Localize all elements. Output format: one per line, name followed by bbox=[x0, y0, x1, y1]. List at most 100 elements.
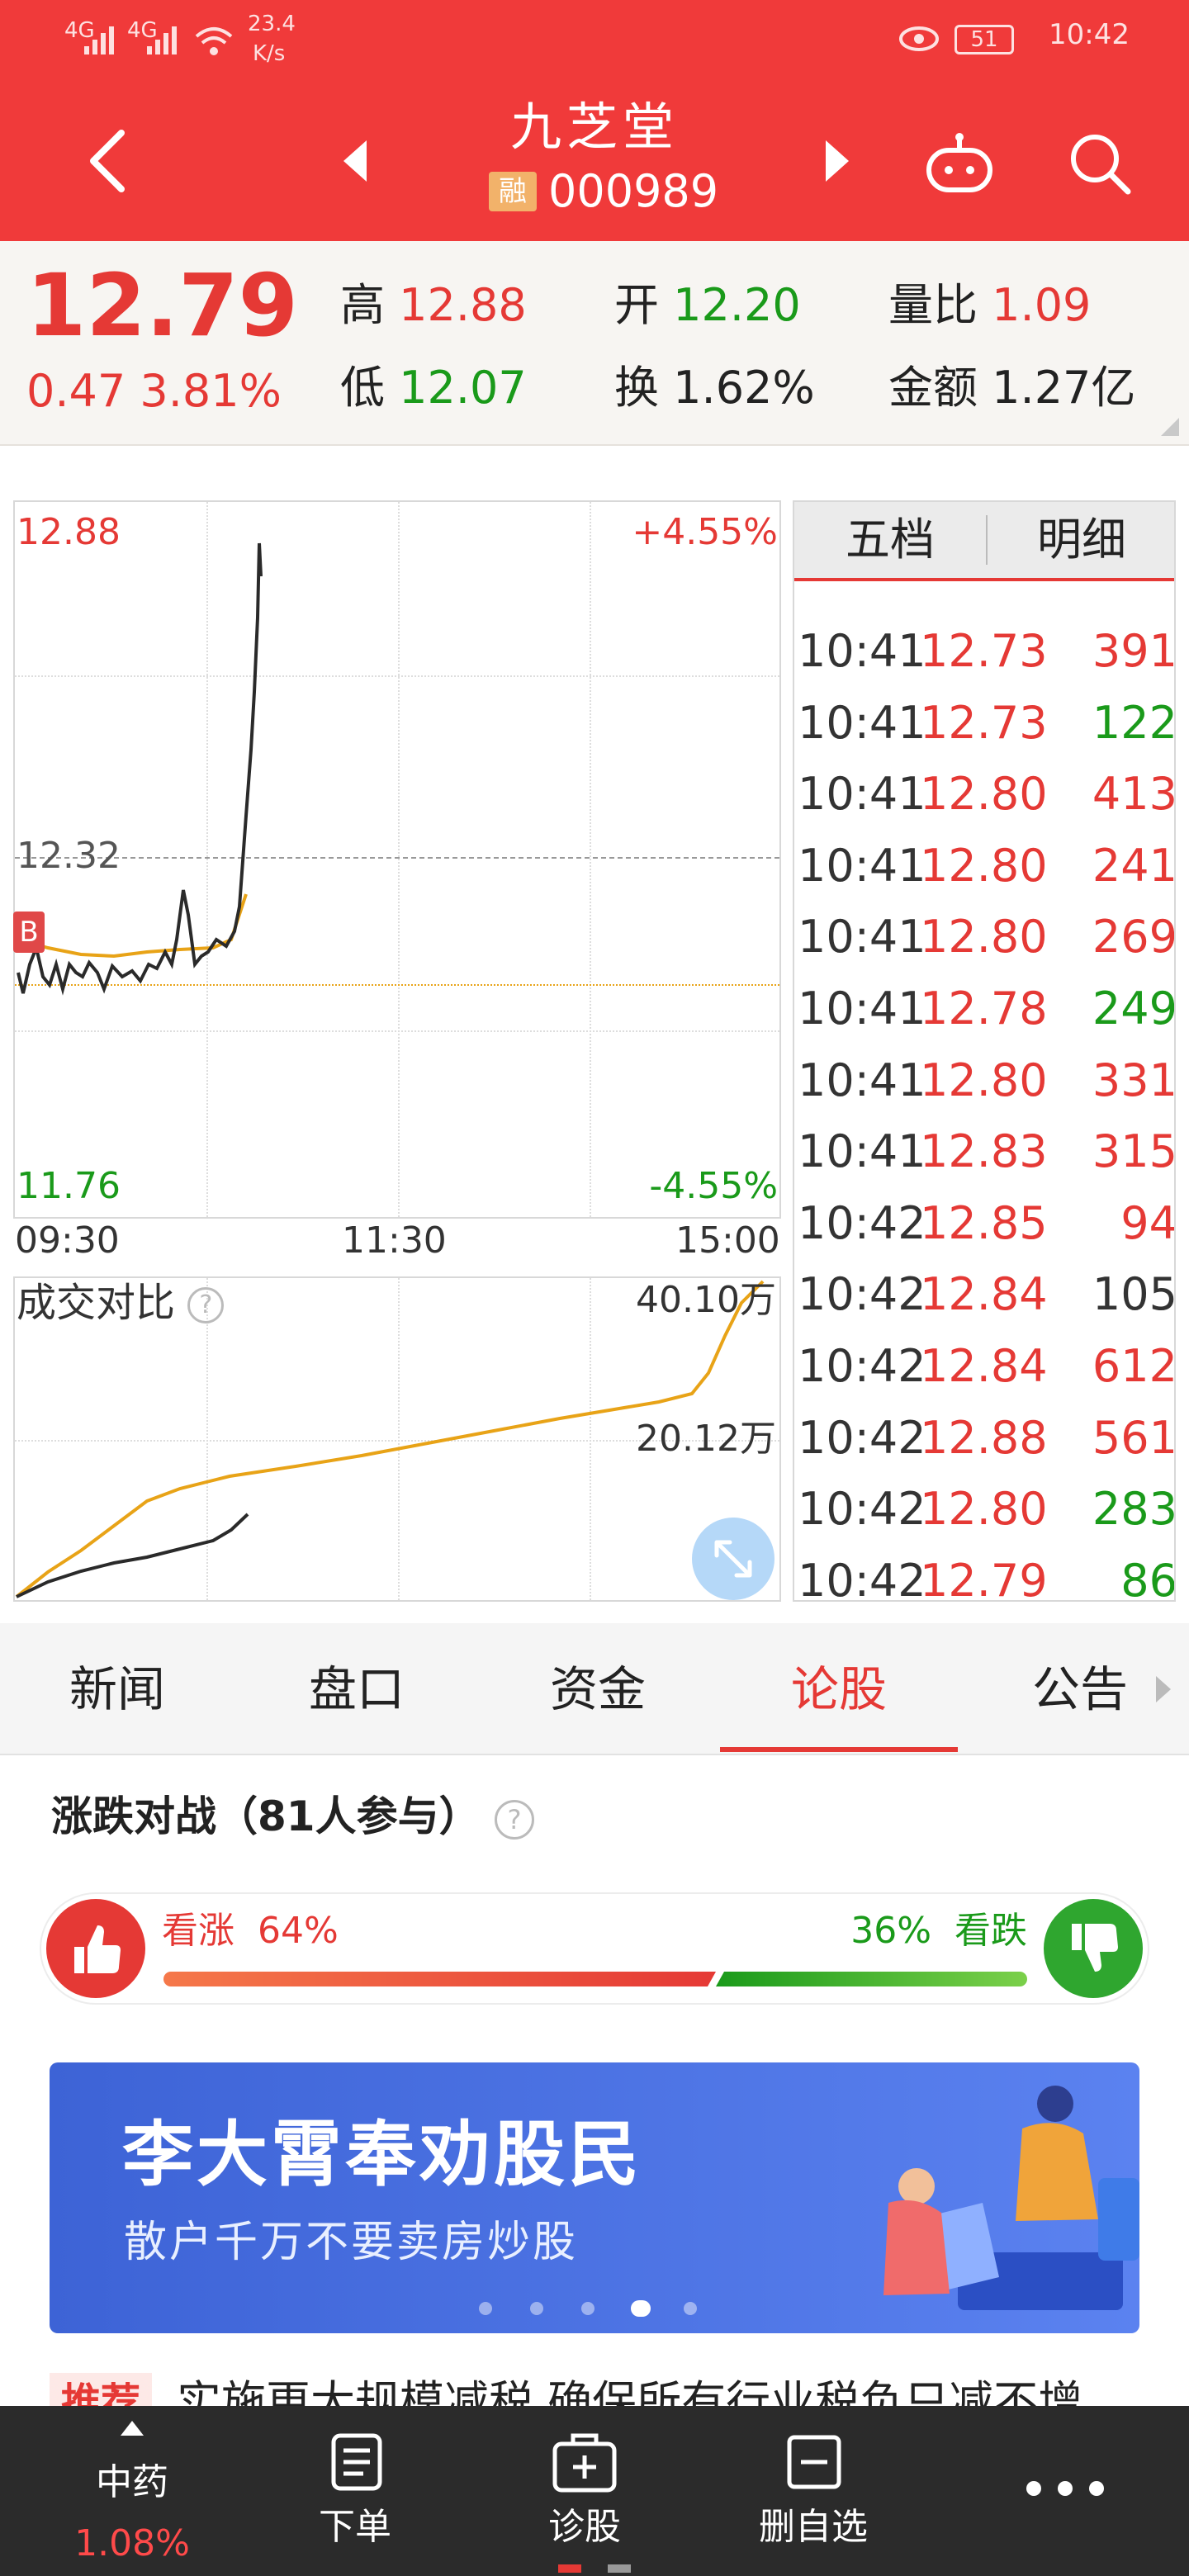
wifi-icon bbox=[195, 27, 233, 55]
bear-label: 看跌 bbox=[955, 1910, 1027, 1952]
news-item[interactable]: 推荐 实施更大规模减税 确保所有行业税负只减不增 bbox=[50, 2368, 1139, 2406]
prev-stock-button[interactable] bbox=[330, 132, 380, 190]
chevron-right-icon[interactable] bbox=[1154, 1674, 1172, 1704]
trade-time: 10:41 bbox=[798, 1054, 926, 1106]
volume-compare-chart[interactable]: 成交对比 ? 40.10万 20.12万 bbox=[13, 1276, 781, 1602]
prev-close-label: 12.32 bbox=[17, 835, 121, 877]
sector-name: 中药 bbox=[96, 2461, 168, 2503]
time-end-label: 15:00 bbox=[675, 1219, 780, 1262]
bottom-toolbar: 中药 1.08% 下单 诊股 删自选 bbox=[0, 2406, 1189, 2576]
order-doc-icon bbox=[331, 2433, 382, 2491]
tab-discussion[interactable]: 论股 bbox=[740, 1623, 938, 1755]
intraday-chart[interactable]: B 12.88 +4.55% 12.32 11.76 -4.55% bbox=[13, 500, 781, 1219]
open-stat: 开 12.20 bbox=[614, 281, 801, 330]
page-indicator-active bbox=[558, 2564, 581, 2573]
search-icon bbox=[1071, 135, 1131, 195]
corner-expand-icon bbox=[1161, 418, 1179, 436]
vote-help-icon[interactable]: ? bbox=[495, 1799, 535, 1840]
sector-button[interactable]: 中药 1.08% bbox=[58, 2406, 206, 2576]
thumbs-down-icon bbox=[1072, 1924, 1118, 1972]
trade-price: 12.84 bbox=[920, 1340, 1048, 1392]
trade-price: 12.88 bbox=[920, 1411, 1048, 1464]
bull-stat: 看涨 64% bbox=[162, 1909, 339, 1953]
robot-assistant-button[interactable] bbox=[920, 124, 999, 203]
bear-percent: 36% bbox=[850, 1910, 932, 1952]
trade-row: 10:41 12.78 249 bbox=[794, 973, 1176, 1044]
carousel-dot[interactable] bbox=[581, 2302, 594, 2315]
eye-icon bbox=[899, 26, 939, 51]
trade-price: 12.80 bbox=[920, 839, 1048, 892]
signal-bars-icon bbox=[147, 26, 177, 54]
trade-time: 10:41 bbox=[798, 696, 926, 749]
carousel-dot[interactable] bbox=[530, 2302, 543, 2315]
network-speed: 23.4 bbox=[248, 12, 296, 36]
sector-change: 1.08% bbox=[74, 2522, 190, 2564]
app-header: 4G 4G 23.4 K/s 51 10:42 九芝堂 融 000989 bbox=[0, 0, 1189, 241]
open-label: 开 bbox=[614, 279, 659, 331]
bear-button[interactable] bbox=[1044, 1899, 1143, 1998]
trade-row: 10:41 12.80 331 bbox=[794, 1045, 1174, 1116]
low-stat: 低 12.07 bbox=[340, 363, 527, 413]
time-mid-label: 11:30 bbox=[342, 1219, 447, 1262]
trade-detail-panel[interactable]: 五档 明细 10:41 12.73 391 10:41 12.73 122 10:41 12.… bbox=[793, 500, 1176, 1602]
trade-time: 10:41 bbox=[798, 1125, 926, 1178]
amount-label: 金额 bbox=[888, 362, 978, 414]
carousel-dot[interactable] bbox=[684, 2302, 697, 2315]
tab-capital[interactable]: 资金 bbox=[499, 1623, 697, 1755]
change-percent: 3.81% bbox=[140, 365, 282, 417]
volume-mid-label: 20.12万 bbox=[636, 1418, 776, 1460]
carousel-dot[interactable] bbox=[479, 2302, 492, 2315]
help-icon[interactable]: ? bbox=[187, 1287, 225, 1324]
trade-price: 12.85 bbox=[920, 1196, 1048, 1249]
more-dots-icon bbox=[1026, 2481, 1104, 2496]
bottom-pct-label: -4.55% bbox=[649, 1165, 778, 1207]
remove-watchlist-button[interactable]: 删自选 bbox=[735, 2406, 892, 2576]
trade-price: 12.73 bbox=[920, 625, 1048, 677]
trade-price: 12.84 bbox=[920, 1268, 1048, 1321]
tab-announcements[interactable]: 公告 bbox=[981, 1623, 1179, 1755]
trade-row: 10:42 12.84 612 bbox=[794, 1331, 1176, 1402]
tab-orderbook[interactable]: 盘口 bbox=[258, 1623, 456, 1755]
trade-volume: 612 bbox=[1092, 1340, 1176, 1392]
order-button[interactable]: 下单 bbox=[281, 2406, 429, 2576]
chevron-left-icon bbox=[90, 130, 125, 192]
today-volume-line bbox=[16, 1513, 249, 1598]
next-stock-button[interactable] bbox=[812, 132, 862, 190]
turnover-label: 换 bbox=[614, 362, 659, 414]
bull-progress-fill bbox=[163, 1972, 716, 1986]
more-button[interactable] bbox=[1007, 2406, 1123, 2576]
high-stat: 高 12.88 bbox=[340, 281, 527, 330]
high-label: 高 bbox=[340, 279, 385, 331]
trade-time: 10:42 bbox=[798, 1268, 926, 1321]
minus-box-icon bbox=[787, 2435, 841, 2489]
back-button[interactable] bbox=[74, 124, 140, 198]
high-value: 12.88 bbox=[399, 279, 527, 331]
diagnose-button[interactable]: 诊股 bbox=[510, 2406, 659, 2576]
price-line bbox=[17, 542, 263, 996]
trade-volume: 94 bbox=[1120, 1196, 1176, 1249]
bear-progress-fill bbox=[716, 1972, 1027, 1986]
trade-price: 12.80 bbox=[920, 768, 1048, 821]
margin-badge: 融 bbox=[489, 172, 537, 211]
tab-news[interactable]: 新闻 bbox=[18, 1623, 216, 1755]
stock-name: 九芝堂 bbox=[509, 97, 679, 157]
signal-bars-icon bbox=[84, 26, 114, 54]
trade-volume: 122 bbox=[1092, 696, 1176, 749]
promo-banner[interactable]: 李大霄奉劝股民 散户千万不要卖房炒股 bbox=[50, 2062, 1139, 2333]
search-button[interactable] bbox=[1060, 124, 1139, 203]
clock: 10:42 bbox=[1049, 18, 1130, 51]
trade-time: 10:41 bbox=[798, 768, 926, 821]
bull-button[interactable] bbox=[46, 1899, 145, 1998]
time-start-label: 09:30 bbox=[15, 1219, 120, 1262]
thumbs-up-icon bbox=[74, 1925, 121, 1973]
content-tabs: 新闻 盘口 资金 论股 公告 bbox=[0, 1623, 1189, 1755]
quote-summary: 12.79 0.47 3.81% 高 12.88 低 12.07 开 12.20… bbox=[0, 241, 1189, 446]
fullscreen-button[interactable] bbox=[692, 1518, 775, 1600]
trade-volume: 249 bbox=[1092, 983, 1176, 1035]
buy-marker[interactable]: B bbox=[13, 912, 45, 953]
trade-time: 10:42 bbox=[798, 1340, 926, 1392]
network-speed-unit: K/s bbox=[253, 41, 286, 66]
trade-price: 12.80 bbox=[920, 1054, 1048, 1106]
carousel-dot-active[interactable] bbox=[631, 2300, 651, 2317]
trade-price: 12.78 bbox=[920, 983, 1048, 1035]
